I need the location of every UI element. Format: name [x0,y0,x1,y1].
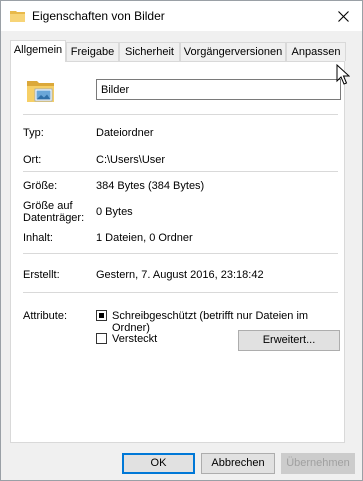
close-button[interactable] [324,1,362,31]
readonly-checkbox[interactable] [96,310,107,321]
type-value: Dateiordner [96,127,154,139]
folder-pictures-icon [27,81,54,102]
location-label: Ort: [23,154,42,166]
tab-sicherheit[interactable]: Sicherheit [119,42,180,61]
created-value: Gestern, 7. August 2016, 23:18:42 [96,269,264,281]
window-title: Eigenschaften von Bilder [32,9,165,23]
size-on-disk-value: 0 Bytes [96,206,133,218]
cancel-button[interactable]: Abbrechen [201,453,275,474]
general-panel: Typ: Dateiordner Ort: C:\Users\User Größ… [10,61,345,443]
type-label: Typ: [23,127,44,139]
divider [23,171,338,172]
tab-allgemein[interactable]: Allgemein [10,40,66,62]
hidden-checkbox[interactable] [96,333,107,344]
size-on-disk-label-line2: Datenträger: [23,212,85,224]
folder-name-input[interactable] [96,79,341,100]
size-label: Größe: [23,180,58,192]
location-value: C:\Users\User [96,154,166,166]
hidden-checkbox-label[interactable]: Versteckt [112,333,157,345]
close-icon [337,10,349,22]
apply-button: Übernehmen [281,453,355,474]
tab-vorgaengerversionen[interactable]: Vorgängerversionen [180,42,286,61]
mouse-cursor-icon [336,64,350,85]
properties-dialog: Eigenschaften von Bilder Allgemein Freig… [0,0,363,481]
contents-label: Inhalt: [23,232,53,244]
title-bar: Eigenschaften von Bilder [1,1,362,31]
size-value: 384 Bytes (384 Bytes) [96,180,205,192]
divider [23,292,338,293]
divider [23,114,338,115]
folder-icon [10,11,25,22]
divider [23,253,338,254]
tab-anpassen[interactable]: Anpassen [286,42,346,61]
advanced-button[interactable]: Erweitert... [238,330,340,351]
tab-freigabe[interactable]: Freigabe [66,42,119,61]
tab-strip: Allgemein Freigabe Sicherheit Vorgängerv… [10,40,356,62]
attributes-label: Attribute: [23,310,68,322]
contents-value: 1 Dateien, 0 Ordner [96,232,193,244]
created-label: Erstellt: [23,269,60,281]
ok-button[interactable]: OK [122,453,195,474]
